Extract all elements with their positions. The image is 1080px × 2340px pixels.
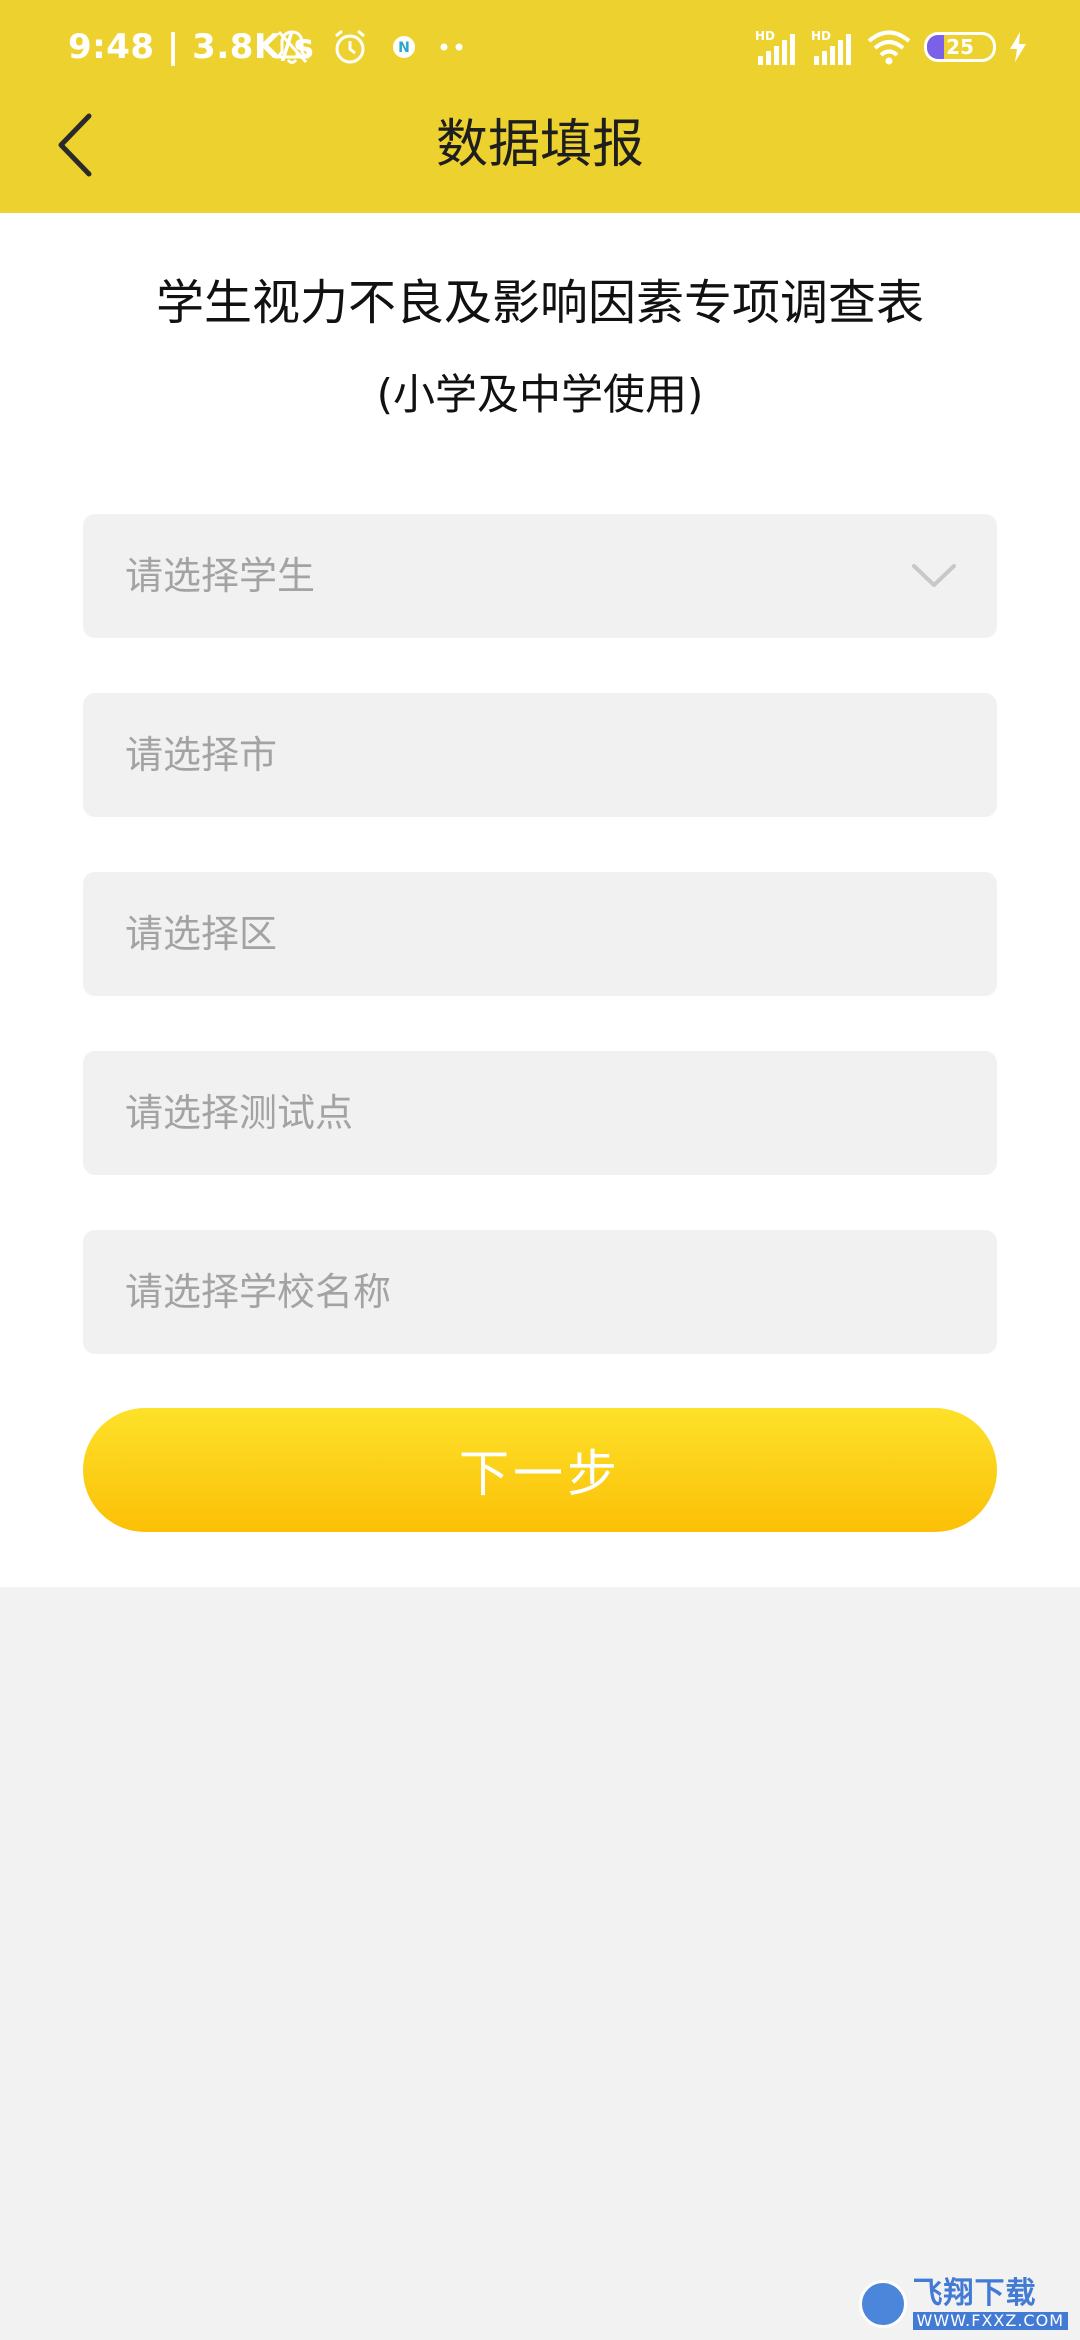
form-subtitle: (小学及中学使用) bbox=[376, 370, 704, 419]
alarm-icon bbox=[331, 28, 369, 66]
select-city-placeholder: 请选择市 bbox=[125, 733, 278, 777]
status-bar: 9:48 | 3.8K/s N HD HD 25 bbox=[0, 0, 1080, 95]
watermark-main-text: 飞翔下载 bbox=[912, 2275, 1037, 2311]
chevron-down-icon bbox=[911, 556, 957, 596]
next-step-button[interactable]: 下一步 bbox=[83, 1408, 997, 1532]
hd-signal-icon: HD bbox=[754, 28, 798, 66]
wifi-icon bbox=[866, 28, 912, 66]
watermark-url: WWW.FXXZ.COM bbox=[912, 2311, 1068, 2330]
battery-icon: 25 bbox=[924, 32, 996, 62]
top-header: 9:48 | 3.8K/s N HD HD 25 数据填报 bbox=[0, 0, 1080, 213]
site-watermark: 飞翔下载 WWW.FXXZ.COM bbox=[858, 2275, 1068, 2332]
more-dots-icon bbox=[439, 42, 465, 52]
hd-signal-icon: HD bbox=[810, 28, 854, 66]
hd-label: HD bbox=[811, 29, 831, 43]
select-school-name-field[interactable]: 请选择学校名称 bbox=[83, 1230, 997, 1354]
hd-label: HD bbox=[755, 29, 775, 43]
select-school-name-placeholder: 请选择学校名称 bbox=[125, 1270, 392, 1314]
charging-icon bbox=[1008, 31, 1028, 63]
watermark-logo bbox=[858, 2280, 907, 2328]
select-student-placeholder: 请选择学生 bbox=[125, 554, 316, 598]
chevron-left-icon bbox=[58, 113, 92, 177]
status-icons-left: N bbox=[275, 26, 487, 68]
select-test-site-placeholder: 请选择测试点 bbox=[125, 1091, 354, 1135]
select-district-field[interactable]: 请选择区 bbox=[83, 872, 997, 996]
back-button[interactable] bbox=[40, 100, 110, 190]
next-step-label: 下一步 bbox=[459, 1445, 621, 1503]
svg-text:N: N bbox=[398, 40, 410, 56]
battery-level: 25 bbox=[946, 35, 974, 59]
status-icons-right: HD HD 25 bbox=[742, 24, 1028, 70]
notification-n-icon: N bbox=[391, 34, 417, 60]
select-district-placeholder: 请选择区 bbox=[125, 912, 278, 956]
form-title: 学生视力不良及影响因素专项调查表 bbox=[155, 275, 924, 331]
bell-off-icon bbox=[275, 28, 309, 66]
select-test-site-field[interactable]: 请选择测试点 bbox=[83, 1051, 997, 1175]
page-title: 数据填报 bbox=[435, 115, 644, 175]
select-city-field[interactable]: 请选择市 bbox=[83, 693, 997, 817]
select-student-dropdown[interactable]: 请选择学生 bbox=[83, 514, 997, 638]
